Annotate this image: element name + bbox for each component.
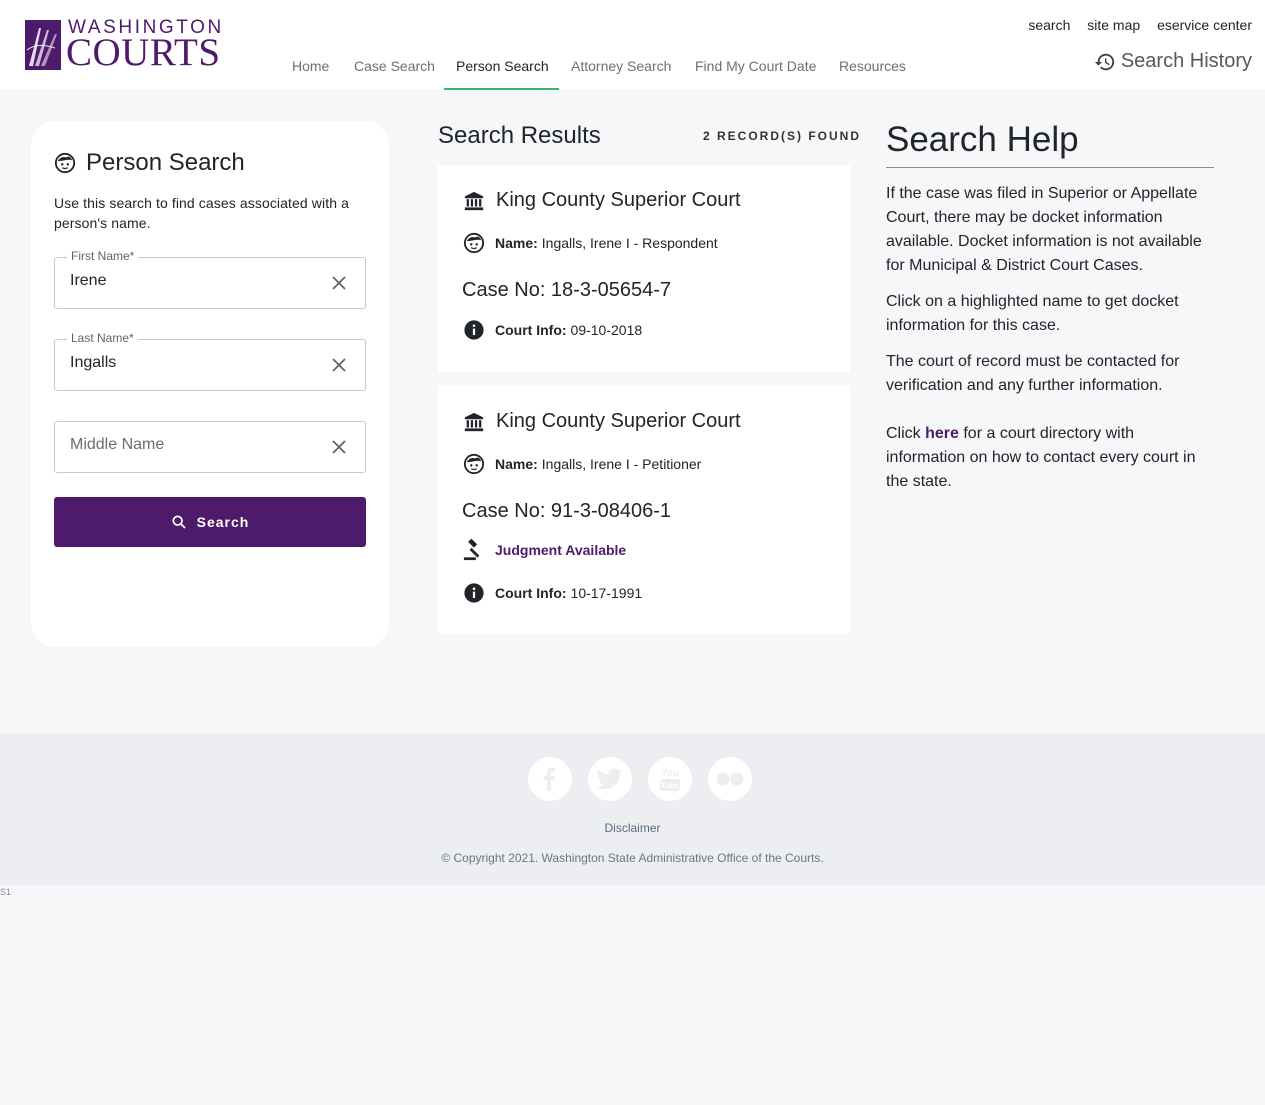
result-party-name[interactable]: Ingalls, Irene I - Respondent <box>542 235 718 251</box>
utility-links: search site map eservice center <box>1015 17 1252 33</box>
person-search-card: Person Search Use this search to find ca… <box>31 121 389 647</box>
result-name-label: Name: <box>495 235 538 251</box>
search-help-title: Search Help <box>886 120 1079 159</box>
youtube-icon[interactable]: You Tube <box>648 757 692 801</box>
search-button[interactable]: Search <box>54 497 366 547</box>
nav-case-search[interactable]: Case Search <box>354 58 435 74</box>
judgment-row: Judgment Available <box>463 539 626 561</box>
person-face-icon <box>463 453 485 475</box>
court-info-date: 10-17-1991 <box>570 585 643 601</box>
help-paragraph-directory: Click here for a court directory with in… <box>886 422 1216 494</box>
info-icon <box>464 320 484 340</box>
result-court: King County Superior Court <box>463 410 741 433</box>
clear-last-name-icon[interactable] <box>331 357 347 373</box>
clear-first-name-icon[interactable] <box>331 275 347 291</box>
washington-courts-logo[interactable]: WASHINGTON COURTS <box>25 18 221 74</box>
result-name-row: Name: Ingalls, Irene I - Petitioner <box>463 453 701 475</box>
search-history-label: Search History <box>1120 50 1252 72</box>
social-links: You Tube <box>528 757 768 801</box>
result-name-label: Name: <box>495 456 538 472</box>
first-name-input[interactable] <box>70 272 310 290</box>
courthouse-icon <box>464 412 484 431</box>
person-face-icon <box>54 152 76 174</box>
gavel-icon <box>463 539 480 561</box>
svg-text:You: You <box>661 768 679 779</box>
result-court: King County Superior Court <box>463 189 741 212</box>
first-name-label: First Name* <box>67 249 139 263</box>
person-search-title: Person Search <box>54 149 245 177</box>
result-court-info-row: Court Info: 09-10-2018 <box>463 319 642 341</box>
court-info-label: Court Info: <box>495 585 567 601</box>
nav-person-search[interactable]: Person Search <box>456 58 549 74</box>
result-card: King County Superior Court Name: Ingalls… <box>438 386 850 634</box>
help-directory-pre: Click <box>886 425 926 442</box>
court-info-label: Court Info: <box>495 322 567 338</box>
flickr-icon[interactable] <box>708 757 752 801</box>
result-court-name: King County Superior Court <box>496 410 741 432</box>
help-paragraph-highlighted: Click on a highlighted name to get docke… <box>886 293 1179 334</box>
first-name-field[interactable]: First Name* <box>54 249 366 309</box>
result-court-name: King County Superior Court <box>496 189 741 211</box>
search-results-title: Search Results <box>438 122 601 149</box>
result-name-row: Name: Ingalls, Irene I - Respondent <box>463 232 718 254</box>
nav-home[interactable]: Home <box>292 58 329 74</box>
courts-logo-mark-icon <box>25 20 61 70</box>
middle-name-field[interactable] <box>54 421 366 473</box>
utility-site-map-link[interactable]: site map <box>1087 17 1140 33</box>
nav-resources[interactable]: Resources <box>839 58 906 74</box>
middle-name-input[interactable] <box>70 436 310 454</box>
help-paragraph-docket: If the case was filed in Superior or App… <box>886 185 1202 274</box>
person-face-icon <box>463 232 485 254</box>
court-info-date: 09-10-2018 <box>570 322 643 338</box>
history-icon <box>1094 53 1114 70</box>
person-search-heading: Person Search <box>86 149 245 176</box>
info-icon <box>464 583 484 603</box>
clear-middle-name-icon[interactable] <box>331 439 347 455</box>
result-party-name[interactable]: Ingalls, Irene I - Petitioner <box>542 456 702 472</box>
facebook-icon[interactable] <box>528 757 572 801</box>
result-case-number: Case No: 91-3-08406-1 <box>462 500 672 522</box>
last-name-input[interactable] <box>70 354 310 372</box>
result-court-info-row: Court Info: 10-17-1991 <box>463 582 642 604</box>
nav-find-my-court-date[interactable]: Find My Court Date <box>695 58 816 74</box>
search-help-divider <box>886 167 1214 168</box>
disclaimer: Disclaimer <box>0 821 1265 835</box>
utility-eservice-link[interactable]: eservice center <box>1157 17 1252 33</box>
build-label: S1 <box>0 887 12 897</box>
twitter-icon[interactable] <box>588 757 632 801</box>
svg-text:Tube: Tube <box>661 782 680 791</box>
nav-attorney-search[interactable]: Attorney Search <box>571 58 671 74</box>
courthouse-icon <box>464 191 484 210</box>
result-card: King County Superior Court Name: Ingalls… <box>438 165 850 372</box>
last-name-field[interactable]: Last Name* <box>54 331 366 391</box>
utility-search-link[interactable]: search <box>1028 17 1070 33</box>
search-history-link[interactable]: Search History <box>1094 50 1252 73</box>
logo-bottom-text: COURTS <box>66 31 221 74</box>
active-tab-indicator <box>444 88 559 90</box>
disclaimer-link[interactable]: Disclaimer <box>604 821 660 835</box>
search-icon <box>172 515 186 529</box>
site-footer: You Tube Disclaimer © Copyright 2021. Wa… <box>0 733 1265 885</box>
site-header: WASHINGTON COURTS search site map eservi… <box>0 0 1265 90</box>
last-name-label: Last Name* <box>67 331 138 345</box>
copyright-text: © Copyright 2021. Washington State Admin… <box>441 851 824 865</box>
judgment-available-link[interactable]: Judgment Available <box>495 542 626 558</box>
search-button-label: Search <box>196 514 250 530</box>
court-directory-link[interactable]: here <box>925 425 959 442</box>
records-found-count: 2 RECORD(S) FOUND <box>703 129 862 143</box>
result-case-number: Case No: 18-3-05654-7 <box>462 279 672 301</box>
help-paragraph-verification: The court of record must be contacted fo… <box>886 353 1180 394</box>
person-search-description: Use this search to find cases associated… <box>54 195 349 231</box>
